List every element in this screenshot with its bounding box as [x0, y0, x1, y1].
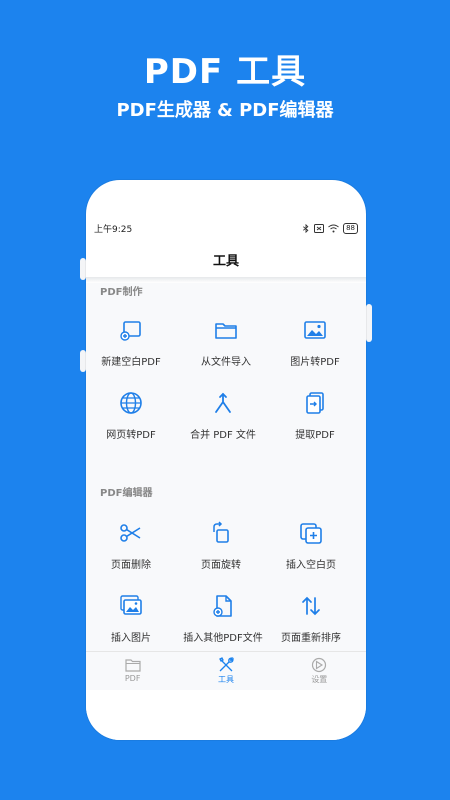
rotate-icon [213, 521, 229, 543]
bottom-tab-bar: PDF 工具 设置 [86, 651, 366, 690]
tool-webpage-to-pdf[interactable]: 网页转PDF [86, 390, 176, 442]
tool-new-blank-pdf[interactable]: 新建空白PDF [86, 317, 176, 369]
tool-label: 从文件导入 [201, 357, 251, 368]
tab-pdf[interactable]: PDF [86, 652, 179, 690]
tool-insert-blank-page[interactable]: 插入空白页 [266, 520, 356, 572]
tool-rotate-page[interactable]: 页面旋转 [176, 520, 266, 572]
tool-label: 插入空白页 [286, 560, 336, 571]
tool-label: 网页转PDF [106, 430, 156, 441]
tool-label: 图片转PDF [290, 357, 340, 368]
settings-icon [312, 657, 327, 673]
tool-insert-image[interactable]: 插入图片 [86, 593, 176, 645]
folder-icon [215, 323, 237, 339]
sim-icon [314, 223, 325, 233]
tab-label: 工具 [217, 675, 234, 684]
tab-tools[interactable]: 工具 [179, 652, 272, 690]
tool-label: 提取PDF [295, 430, 335, 441]
phone-bottom-bezel [86, 690, 366, 740]
tool-label: 页面旋转 [201, 560, 241, 571]
tool-label: 合并 PDF 文件 [190, 430, 256, 441]
tool-merge-pdf[interactable]: 合并 PDF 文件 [178, 390, 268, 442]
tool-import-file[interactable]: 从文件导入 [181, 317, 271, 369]
phone-frame: 上午9:25 88 工具 PDF制作 新建空白PDF 从文件导入 图片转PDF … [86, 180, 366, 740]
bluetooth-icon [303, 223, 309, 233]
status-bar: 上午9:25 88 [94, 220, 358, 236]
status-icons: 88 [302, 222, 358, 234]
tab-settings[interactable]: 设置 [273, 652, 366, 690]
tools-content: PDF制作 新建空白PDF 从文件导入 图片转PDF 网页转PDF 合并 PDF… [86, 283, 366, 660]
scissors-icon [120, 524, 141, 542]
tool-label: 插入其他PDF文件 [183, 633, 263, 644]
tool-image-to-pdf[interactable]: 图片转PDF [270, 317, 360, 369]
tool-extract-pdf[interactable]: 提取PDF [270, 390, 360, 442]
battery-indicator: 88 [343, 222, 358, 234]
tools-icon [219, 657, 234, 672]
globe-icon [120, 392, 142, 414]
tab-label: PDF [124, 674, 141, 683]
tool-label: 页面重新排序 [281, 633, 341, 644]
tool-reorder-pages[interactable]: 页面重新排序 [266, 593, 356, 645]
phone-side-button [366, 304, 372, 342]
hero-subtitle: PDF生成器 & PDF编辑器 [116, 100, 334, 121]
new-blank-icon [120, 321, 141, 341]
tool-insert-other-pdf[interactable]: 插入其他PDF文件 [178, 593, 268, 645]
image-icon [304, 321, 326, 339]
tool-label: 新建空白PDF [101, 357, 161, 368]
insert-pdf-icon [213, 595, 232, 617]
section-title-pdf-create: PDF制作 [100, 287, 143, 298]
insert-image-icon [120, 595, 142, 615]
page-title: 工具 [212, 254, 239, 269]
merge-icon [215, 392, 231, 413]
status-time: 上午9:25 [94, 224, 133, 235]
tool-label: 页面删除 [111, 560, 151, 571]
section-title-pdf-editor: PDF编辑器 [100, 488, 153, 499]
tool-label: 插入图片 [111, 633, 151, 644]
folder-icon [125, 659, 141, 672]
tool-delete-page[interactable]: 页面删除 [86, 520, 176, 572]
reorder-icon [302, 596, 320, 616]
extract-icon [306, 392, 324, 414]
add-page-icon [300, 523, 322, 544]
hero-title: PDF 工具 [143, 52, 307, 92]
wifi-icon [328, 224, 339, 232]
tab-label: 设置 [311, 675, 328, 684]
